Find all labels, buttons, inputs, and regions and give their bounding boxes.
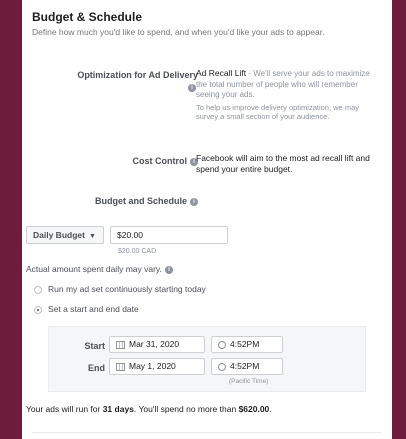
radio-set-start-end[interactable]: Set a start and end date [34, 304, 139, 314]
summary-suffix: . [269, 404, 272, 414]
calendar-icon [116, 340, 125, 349]
budget-summary: Your ads will run for 31 days. You'll sp… [26, 404, 272, 414]
budget-amount-input[interactable]: $20.00 [110, 226, 228, 244]
summary-middle: . You'll spend no more than [133, 404, 239, 414]
end-time-value: 4:52PM [230, 361, 260, 371]
radio-run-continuously-label: Run my ad set continuously starting toda… [48, 284, 206, 294]
budget-type-dropdown[interactable]: Daily Budget ▼ [26, 226, 104, 244]
end-label: End [88, 363, 105, 373]
radio-button[interactable] [34, 285, 42, 294]
summary-days: 31 days [102, 404, 134, 414]
budget-note: Actual amount spent daily may vary. i [26, 264, 173, 274]
optimization-description: Ad Recall Lift - We'll serve your ads to… [196, 68, 382, 122]
budget-type-label: Daily Budget [33, 230, 85, 240]
budget-note-text: Actual amount spent daily may vary. [26, 264, 162, 274]
budget-schedule-label-text: Budget and Schedule [94, 196, 187, 206]
start-date-value: Mar 31, 2020 [129, 339, 180, 349]
end-time-input[interactable]: 4:52PM [211, 358, 283, 375]
budget-schedule-label: Budget and Schedule i [32, 196, 198, 206]
caret-down-icon: ▼ [88, 233, 96, 240]
start-label: Start [84, 341, 105, 351]
schedule-dates-box: Start Mar 31, 2020 4:52PM End May 1, 202… [48, 326, 366, 392]
budget-amount-caption: $20.00 CAD [118, 248, 157, 255]
optimization-survey-note: To help us improve delivery optimization… [196, 102, 359, 122]
optimization-value: Ad Recall Lift [196, 68, 247, 78]
summary-amount: $620.00 [238, 404, 270, 414]
cost-control-description: Facebook will aim to the most ad recall … [196, 153, 370, 174]
timezone-caption: (Pacific Time) [229, 378, 269, 385]
section-subtitle: Define how much you'd like to spend, and… [32, 27, 325, 37]
cost-control-label: Cost Control i [32, 156, 198, 166]
calendar-icon [116, 362, 125, 371]
start-time-value: 4:52PM [230, 339, 260, 349]
info-icon[interactable]: i [164, 265, 173, 274]
start-time-input[interactable]: 4:52PM [211, 336, 283, 353]
clock-icon [218, 340, 226, 349]
budget-schedule-panel: Budget & Schedule Define how much you'd … [22, 0, 392, 439]
summary-prefix: Your ads will run for [26, 404, 103, 414]
cost-control-label-text: Cost Control [132, 156, 188, 166]
end-date-input[interactable]: May 1, 2020 [109, 358, 205, 375]
info-icon[interactable]: i [188, 84, 196, 92]
radio-run-continuously[interactable]: Run my ad set continuously starting toda… [34, 284, 206, 294]
divider [32, 432, 382, 433]
start-date-input[interactable]: Mar 31, 2020 [109, 336, 205, 353]
clock-icon [218, 362, 226, 371]
optimization-label-text: Optimization for Ad Delivery [77, 70, 198, 80]
section-title: Budget & Schedule [32, 10, 143, 24]
optimization-label: Optimization for Ad Delivery [32, 70, 198, 80]
radio-set-start-end-label: Set a start and end date [48, 304, 139, 314]
end-date-value: May 1, 2020 [129, 361, 176, 371]
radio-button-selected[interactable] [34, 305, 42, 314]
info-icon[interactable]: i [190, 197, 198, 206]
